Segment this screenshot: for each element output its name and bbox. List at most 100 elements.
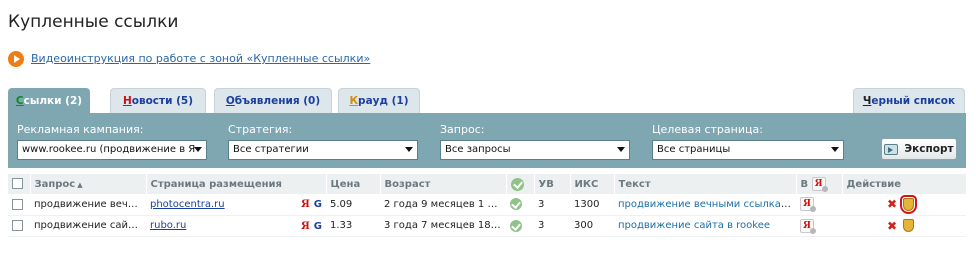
page-link[interactable]: rubo.ru (150, 220, 186, 231)
sort-asc-icon: ▲ (77, 180, 83, 189)
query-label: Запрос: (440, 123, 485, 136)
delete-icon[interactable]: ✖ (887, 219, 897, 233)
cell-age: 2 года 9 месяцев 1 день (380, 194, 506, 216)
yandex-search-icon[interactable]: Я (301, 199, 310, 210)
anchor-text-link[interactable]: продвижение вечными ссылками (618, 199, 795, 210)
header-text[interactable]: Текст (614, 174, 797, 194)
table-row: продвижение сайта ... rubo.ru ЯG 1.33 3 … (8, 215, 966, 237)
tab-blacklist-letter: Ч (862, 95, 872, 107)
export-button[interactable]: Экспорт (881, 138, 957, 160)
filter-panel: Рекламная кампания: www.rookee.ru (продв… (8, 113, 966, 168)
cell-uv: 3 (534, 215, 570, 237)
yandex-search-icon[interactable]: Я (301, 221, 310, 232)
query-select-value: Все запросы (445, 144, 511, 155)
anchor-text-link[interactable]: продвижение сайта в rookee (618, 220, 770, 231)
select-all-cell (8, 174, 31, 194)
shield-icon[interactable] (903, 219, 914, 232)
campaign-label: Рекламная кампания: (17, 123, 144, 136)
header-uv[interactable]: УВ (534, 174, 571, 194)
video-instruction-link[interactable]: Видеоинструкция по работе с зоной «Купле… (31, 52, 370, 65)
page-title: Купленные ссылки (8, 12, 179, 32)
play-icon[interactable] (8, 50, 24, 67)
cell-status (506, 194, 534, 216)
row-checkbox[interactable] (12, 219, 23, 231)
header-in-label: В (800, 179, 809, 190)
cell-status (506, 215, 534, 237)
target-page-label: Целевая страница: (652, 123, 763, 136)
cell-query: продвижение вечны... (30, 194, 146, 216)
tab-news[interactable]: Новости (5) (110, 88, 206, 113)
table-header-row: Запрос ▲ Страница размещения Цена Возраст… (8, 174, 967, 194)
shield-icon[interactable] (900, 194, 917, 214)
strategy-select-value: Все стратегии (233, 144, 309, 155)
chevron-down-icon (405, 147, 413, 152)
tab-news-label: овости (5) (131, 95, 194, 107)
strategy-label: Стратегия: (228, 123, 293, 136)
tab-blacklist-label: ерный список (871, 95, 956, 107)
header-page[interactable]: Страница размещения (146, 174, 327, 194)
cell-text: продвижение вечными ссылками (614, 194, 796, 216)
strategy-filter: Стратегия: Все стратегии (228, 123, 418, 160)
yandex-icon: Я (811, 177, 828, 192)
page-link[interactable]: photocentra.ru (150, 199, 225, 210)
export-button-label: Экспорт (904, 143, 954, 155)
header-iks[interactable]: ИКС (570, 174, 615, 194)
cell-price: 1.33 (326, 215, 380, 237)
google-search-icon[interactable]: G (314, 199, 322, 210)
header-price[interactable]: Цена (326, 174, 381, 194)
row-checkbox[interactable] (12, 198, 23, 210)
header-query[interactable]: Запрос ▲ (30, 174, 147, 194)
campaign-select-value: www.rookee.ru (продвижение в Я (22, 144, 196, 155)
links-table: Запрос ▲ Страница размещения Цена Возраст… (8, 174, 967, 237)
cell-uv: 3 (534, 194, 570, 216)
yandex-index-icon[interactable]: Я (800, 218, 816, 234)
tab-bar: Ссылки (2) Новости (5) Объявления (0) Кр… (8, 88, 966, 113)
cell-query: продвижение сайта ... (30, 215, 146, 237)
campaign-filter: Рекламная кампания: www.rookee.ru (продв… (17, 123, 207, 160)
tab-blacklist[interactable]: Черный список (853, 88, 965, 113)
campaign-select[interactable]: www.rookee.ru (продвижение в Я (17, 140, 207, 160)
chevron-down-icon (831, 147, 839, 152)
yandex-index-icon[interactable]: Я (800, 197, 816, 213)
row-checkbox-cell (8, 215, 30, 237)
check-circle-icon (510, 177, 524, 191)
check-circle-icon (510, 219, 522, 232)
tab-links[interactable]: Ссылки (2) (8, 88, 90, 113)
header-age[interactable]: Возраст (380, 174, 507, 194)
tab-ads-letter: О (225, 95, 235, 107)
cell-iks: 1300 (570, 194, 614, 216)
header-index: В Я (796, 174, 843, 194)
target-page-filter: Целевая страница: Все страницы (652, 123, 844, 160)
cell-page: photocentra.ru ЯG (146, 194, 326, 216)
google-search-icon[interactable]: G (314, 221, 322, 232)
cell-page: rubo.ru ЯG (146, 215, 326, 237)
tab-ads[interactable]: Объявления (0) (214, 88, 332, 113)
tab-crowd-label: рауд (1) (358, 95, 409, 107)
select-all-checkbox[interactable] (12, 178, 23, 190)
tab-crowd[interactable]: Крауд (1) (338, 88, 420, 113)
header-action: Действие (842, 174, 967, 194)
cell-age: 3 года 7 месяцев 18 дн... (380, 215, 506, 237)
query-filter: Запрос: Все запросы (440, 123, 630, 160)
chevron-down-icon (617, 147, 625, 152)
tab-links-letter: С (15, 95, 24, 107)
header-status (506, 174, 535, 194)
tab-crowd-letter: К (349, 95, 359, 107)
cell-price: 5.09 (326, 194, 380, 216)
cell-index: Я (796, 194, 842, 216)
chevron-down-icon (194, 147, 202, 152)
cell-action: ✖ (842, 194, 966, 216)
target-page-select[interactable]: Все страницы (652, 140, 844, 160)
row-checkbox-cell (8, 194, 30, 216)
strategy-select[interactable]: Все стратегии (228, 140, 418, 160)
tab-ads-label: бъявления (0) (234, 95, 321, 107)
export-icon (884, 143, 899, 155)
tab-links-label: сылки (2) (23, 95, 83, 107)
target-page-select-value: Все страницы (657, 144, 731, 155)
video-instruction-row: Видеоинструкция по работе с зоной «Купле… (8, 50, 370, 67)
delete-icon[interactable]: ✖ (887, 197, 897, 211)
table-row: продвижение вечны... photocentra.ru ЯG 5… (8, 194, 966, 216)
tab-news-letter: Н (122, 95, 132, 107)
header-query-label: Запрос (34, 178, 76, 190)
query-select[interactable]: Все запросы (440, 140, 630, 160)
